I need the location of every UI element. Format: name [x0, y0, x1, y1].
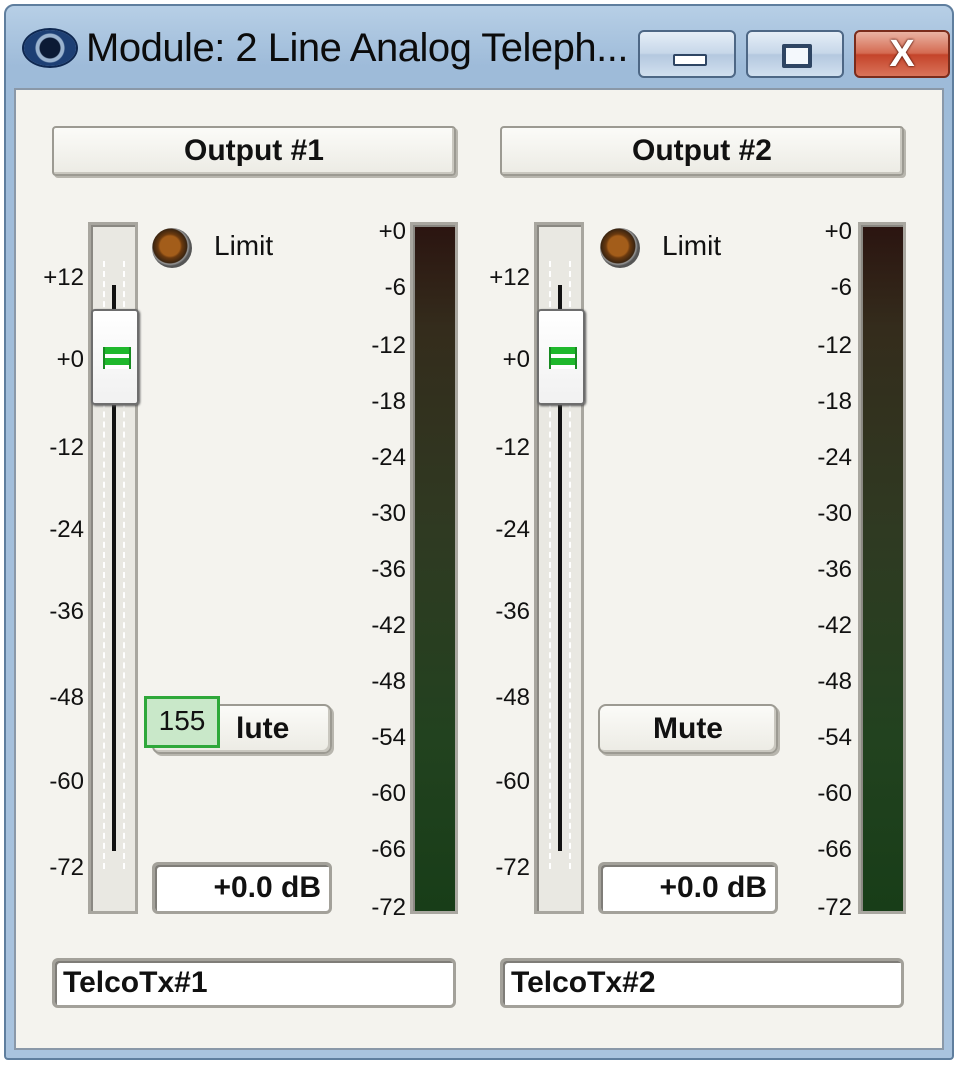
output-1-gain-fader[interactable] [88, 222, 139, 914]
output-2-limit-label: Limit [662, 230, 722, 261]
fader-scale-label: +12 [43, 264, 84, 291]
output-1-name-field[interactable]: TelcoTx#1 [52, 958, 456, 1008]
minimize-button[interactable] [638, 30, 736, 78]
fader-scale-label: -12 [495, 434, 530, 461]
meter-scale-label: +0 [824, 218, 852, 245]
fader-scale-label: -48 [49, 684, 84, 711]
output-2-name-field[interactable]: TelcoTx#2 [500, 958, 904, 1008]
fader-scale-label: -12 [49, 434, 84, 461]
meter-scale-label: -36 [371, 556, 406, 583]
meter-scale-label: -36 [817, 556, 852, 583]
window-title: Module: 2 Line Analog Teleph... [86, 26, 628, 70]
meter-scale-label: -60 [817, 780, 852, 807]
output-1-limit-led-icon [152, 228, 192, 268]
meter-scale-label: -54 [371, 724, 406, 751]
meter-scale-label: -18 [817, 388, 852, 415]
fader-scale-label: -24 [49, 516, 84, 543]
fader-scale-label: -24 [495, 516, 530, 543]
output-2-limit-led-icon [600, 228, 640, 268]
title-bar[interactable]: Module: 2 Line Analog Teleph... X [6, 6, 952, 88]
output-1-fader-knob[interactable] [91, 309, 139, 405]
fader-grip-icon [549, 347, 577, 369]
fader-scale-label: +0 [502, 346, 530, 373]
meter-scale-label: -12 [371, 332, 406, 359]
meter-scale-label: -42 [817, 612, 852, 639]
maximize-button[interactable] [746, 30, 844, 78]
output-2-level-meter [858, 222, 906, 914]
output-1-mute-label: lute [236, 712, 290, 745]
eye-icon[interactable] [24, 30, 76, 66]
meter-scale-label: -6 [830, 274, 852, 301]
meter-scale-label: -72 [817, 894, 852, 921]
meter-scale-label: -6 [384, 274, 406, 301]
meter-scale-label: -30 [817, 500, 852, 527]
meter-scale-label: -66 [817, 836, 852, 863]
meter-scale-label: -24 [817, 444, 852, 471]
output-1-gain-field[interactable]: +0.0 dB [152, 862, 332, 914]
output-2-mute-button[interactable]: Mute [598, 704, 778, 754]
meter-scale-label: -18 [371, 388, 406, 415]
module-window: Module: 2 Line Analog Teleph... X Output… [4, 4, 954, 1060]
fader-scale-label: +12 [489, 264, 530, 291]
output-2-gain-fader[interactable] [534, 222, 585, 914]
meter-scale-label: +0 [378, 218, 406, 245]
fader-grip-icon [103, 347, 131, 369]
fader-scale-label: -36 [49, 598, 84, 625]
fader-scale-label: -72 [495, 854, 530, 881]
close-icon: X [889, 33, 915, 75]
meter-scale-label: -42 [371, 612, 406, 639]
meter-scale-label: -54 [817, 724, 852, 751]
fader-scale-label: -60 [49, 768, 84, 795]
output-2-fader-knob[interactable] [537, 309, 585, 405]
meter-scale-label: -24 [371, 444, 406, 471]
output-2-header-button[interactable]: Output #2 [500, 126, 904, 176]
minimize-icon [673, 54, 707, 66]
output-2-gain-field[interactable]: +0.0 dB [598, 862, 778, 914]
fader-scale-label: -60 [495, 768, 530, 795]
fader-scale-label: -36 [495, 598, 530, 625]
fader-scale-label: -48 [495, 684, 530, 711]
meter-scale-label: -66 [371, 836, 406, 863]
output-1-value-tooltip: 155 [144, 696, 220, 748]
close-button[interactable]: X [854, 30, 950, 78]
output-1-limit-label: Limit [214, 230, 274, 261]
meter-scale-label: -48 [371, 668, 406, 695]
meter-scale-label: -12 [817, 332, 852, 359]
meter-scale-label: -30 [371, 500, 406, 527]
fader-scale-label: -72 [49, 854, 84, 881]
meter-scale-label: -60 [371, 780, 406, 807]
fader-scale-label: +0 [56, 346, 84, 373]
module-panel: Output #1 +12 +0 -12 -24 -36 -48 -60 -72… [14, 88, 944, 1050]
maximize-icon [782, 44, 812, 68]
output-1-level-meter [410, 222, 458, 914]
output-1-header-button[interactable]: Output #1 [52, 126, 456, 176]
meter-scale-label: -48 [817, 668, 852, 695]
meter-scale-label: -72 [371, 894, 406, 921]
